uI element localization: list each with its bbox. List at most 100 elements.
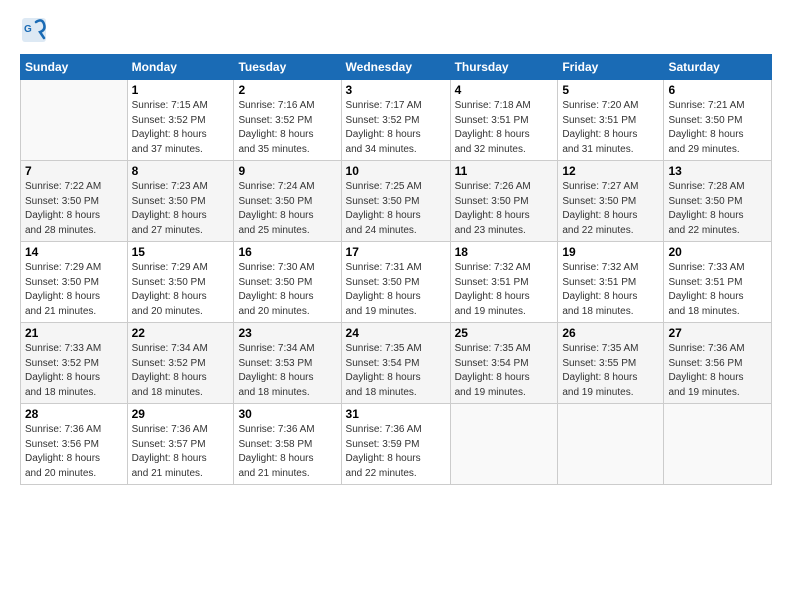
calendar-cell: 18 Sunrise: 7:32 AM Sunset: 3:51 PM Dayli… [450,242,558,323]
day-number: 11 [455,164,554,178]
day-info: Sunrise: 7:36 AM Sunset: 3:56 PM Dayligh… [25,423,123,481]
calendar-cell [558,404,664,485]
calendar-cell: 4 Sunrise: 7:18 AM Sunset: 3:51 PM Daylig… [450,80,558,161]
day-number: 18 [455,245,554,259]
calendar-cell: 25 Sunrise: 7:35 AM Sunset: 3:54 PM Dayli… [450,323,558,404]
header: G [20,16,772,44]
day-info: Sunrise: 7:36 AM Sunset: 3:58 PM Dayligh… [238,423,336,481]
day-number: 21 [25,326,123,340]
day-number: 20 [668,245,767,259]
calendar-cell: 29 Sunrise: 7:36 AM Sunset: 3:57 PM Dayli… [127,404,234,485]
calendar-cell: 15Sunrise: 7:29 AM Sunset: 3:50 PM Dayli… [127,242,234,323]
calendar-cell [21,80,128,161]
day-info: Sunrise: 7:33 AM Sunset: 3:52 PM Dayligh… [25,342,123,400]
day-info: Sunrise: 7:32 AM Sunset: 3:51 PM Dayligh… [455,261,554,319]
day-number: 3 [346,83,446,97]
calendar-cell: 5 Sunrise: 7:20 AM Sunset: 3:51 PM Daylig… [558,80,664,161]
calendar-cell [664,404,772,485]
calendar-cell: 19 Sunrise: 7:32 AM Sunset: 3:51 PM Dayli… [558,242,664,323]
day-number: 15 [132,245,230,259]
day-number: 29 [132,407,230,421]
calendar-week-row: 28 Sunrise: 7:36 AM Sunset: 3:56 PM Dayli… [21,404,772,485]
day-number: 5 [562,83,659,97]
day-info: Sunrise: 7:28 AM Sunset: 3:50 PM Dayligh… [668,180,767,238]
calendar-cell: 30 Sunrise: 7:36 AM Sunset: 3:58 PM Dayli… [234,404,341,485]
calendar-cell: 22 Sunrise: 7:34 AM Sunset: 3:52 PM Dayli… [127,323,234,404]
calendar-cell: 3 Sunrise: 7:17 AM Sunset: 3:52 PM Daylig… [341,80,450,161]
calendar-cell: 14 Sunrise: 7:29 AM Sunset: 3:50 PM Dayli… [21,242,128,323]
day-info: Sunrise: 7:30 AM Sunset: 3:50 PM Dayligh… [238,261,336,319]
day-info: Sunrise: 7:25 AM Sunset: 3:50 PM Dayligh… [346,180,446,238]
logo-icon: G [20,16,48,44]
calendar-cell: 26Sunrise: 7:35 AM Sunset: 3:55 PM Dayli… [558,323,664,404]
calendar-cell: 1 Sunrise: 7:15 AM Sunset: 3:52 PM Daylig… [127,80,234,161]
calendar-week-row: 14 Sunrise: 7:29 AM Sunset: 3:50 PM Dayli… [21,242,772,323]
calendar-cell [450,404,558,485]
day-info: Sunrise: 7:15 AM Sunset: 3:52 PM Dayligh… [132,99,230,157]
calendar-header-sunday: Sunday [21,55,128,80]
page: G SundayMondayTuesdayWednesdayThursdayFr… [0,0,792,612]
calendar-cell: 11 Sunrise: 7:26 AM Sunset: 3:50 PM Dayli… [450,161,558,242]
day-number: 31 [346,407,446,421]
day-info: Sunrise: 7:36 AM Sunset: 3:59 PM Dayligh… [346,423,446,481]
calendar-week-row: 21 Sunrise: 7:33 AM Sunset: 3:52 PM Dayli… [21,323,772,404]
day-info: Sunrise: 7:26 AM Sunset: 3:50 PM Dayligh… [455,180,554,238]
day-number: 28 [25,407,123,421]
calendar-cell: 28 Sunrise: 7:36 AM Sunset: 3:56 PM Dayli… [21,404,128,485]
day-info: Sunrise: 7:17 AM Sunset: 3:52 PM Dayligh… [346,99,446,157]
day-number: 16 [238,245,336,259]
day-number: 1 [132,83,230,97]
calendar-cell: 17Sunrise: 7:31 AM Sunset: 3:50 PM Dayli… [341,242,450,323]
day-info: Sunrise: 7:20 AM Sunset: 3:51 PM Dayligh… [562,99,659,157]
day-number: 7 [25,164,123,178]
day-info: Sunrise: 7:18 AM Sunset: 3:51 PM Dayligh… [455,99,554,157]
calendar-cell: 10 Sunrise: 7:25 AM Sunset: 3:50 PM Dayli… [341,161,450,242]
logo: G [20,16,50,44]
day-number: 6 [668,83,767,97]
calendar-header-row: SundayMondayTuesdayWednesdayThursdayFrid… [21,55,772,80]
day-info: Sunrise: 7:24 AM Sunset: 3:50 PM Dayligh… [238,180,336,238]
calendar-cell: 16 Sunrise: 7:30 AM Sunset: 3:50 PM Dayli… [234,242,341,323]
calendar-week-row: 1 Sunrise: 7:15 AM Sunset: 3:52 PM Daylig… [21,80,772,161]
calendar-cell: 21 Sunrise: 7:33 AM Sunset: 3:52 PM Dayli… [21,323,128,404]
day-info: Sunrise: 7:34 AM Sunset: 3:52 PM Dayligh… [132,342,230,400]
calendar-cell: 13Sunrise: 7:28 AM Sunset: 3:50 PM Dayli… [664,161,772,242]
day-info: Sunrise: 7:32 AM Sunset: 3:51 PM Dayligh… [562,261,659,319]
day-info: Sunrise: 7:35 AM Sunset: 3:54 PM Dayligh… [455,342,554,400]
day-number: 8 [132,164,230,178]
day-info: Sunrise: 7:23 AM Sunset: 3:50 PM Dayligh… [132,180,230,238]
calendar-table: SundayMondayTuesdayWednesdayThursdayFrid… [20,54,772,485]
day-number: 26 [562,326,659,340]
day-number: 2 [238,83,336,97]
calendar-header-monday: Monday [127,55,234,80]
day-number: 30 [238,407,336,421]
calendar-cell: 7 Sunrise: 7:22 AM Sunset: 3:50 PM Daylig… [21,161,128,242]
day-number: 25 [455,326,554,340]
calendar-cell: 27Sunrise: 7:36 AM Sunset: 3:56 PM Dayli… [664,323,772,404]
calendar-cell: 31 Sunrise: 7:36 AM Sunset: 3:59 PM Dayli… [341,404,450,485]
day-info: Sunrise: 7:34 AM Sunset: 3:53 PM Dayligh… [238,342,336,400]
calendar-cell: 20 Sunrise: 7:33 AM Sunset: 3:51 PM Dayli… [664,242,772,323]
day-info: Sunrise: 7:16 AM Sunset: 3:52 PM Dayligh… [238,99,336,157]
calendar-header-friday: Friday [558,55,664,80]
day-info: Sunrise: 7:31 AM Sunset: 3:50 PM Dayligh… [346,261,446,319]
day-info: Sunrise: 7:36 AM Sunset: 3:57 PM Dayligh… [132,423,230,481]
calendar-cell: 12Sunrise: 7:27 AM Sunset: 3:50 PM Dayli… [558,161,664,242]
calendar-cell: 24Sunrise: 7:35 AM Sunset: 3:54 PM Dayli… [341,323,450,404]
day-info: Sunrise: 7:33 AM Sunset: 3:51 PM Dayligh… [668,261,767,319]
day-number: 22 [132,326,230,340]
calendar-cell: 2 Sunrise: 7:16 AM Sunset: 3:52 PM Daylig… [234,80,341,161]
day-number: 4 [455,83,554,97]
day-info: Sunrise: 7:27 AM Sunset: 3:50 PM Dayligh… [562,180,659,238]
calendar-cell: 9Sunrise: 7:24 AM Sunset: 3:50 PM Daylig… [234,161,341,242]
calendar-week-row: 7 Sunrise: 7:22 AM Sunset: 3:50 PM Daylig… [21,161,772,242]
day-info: Sunrise: 7:22 AM Sunset: 3:50 PM Dayligh… [25,180,123,238]
day-number: 10 [346,164,446,178]
calendar-header-wednesday: Wednesday [341,55,450,80]
day-number: 14 [25,245,123,259]
day-info: Sunrise: 7:29 AM Sunset: 3:50 PM Dayligh… [25,261,123,319]
day-number: 19 [562,245,659,259]
day-info: Sunrise: 7:21 AM Sunset: 3:50 PM Dayligh… [668,99,767,157]
calendar-header-thursday: Thursday [450,55,558,80]
calendar-header-tuesday: Tuesday [234,55,341,80]
